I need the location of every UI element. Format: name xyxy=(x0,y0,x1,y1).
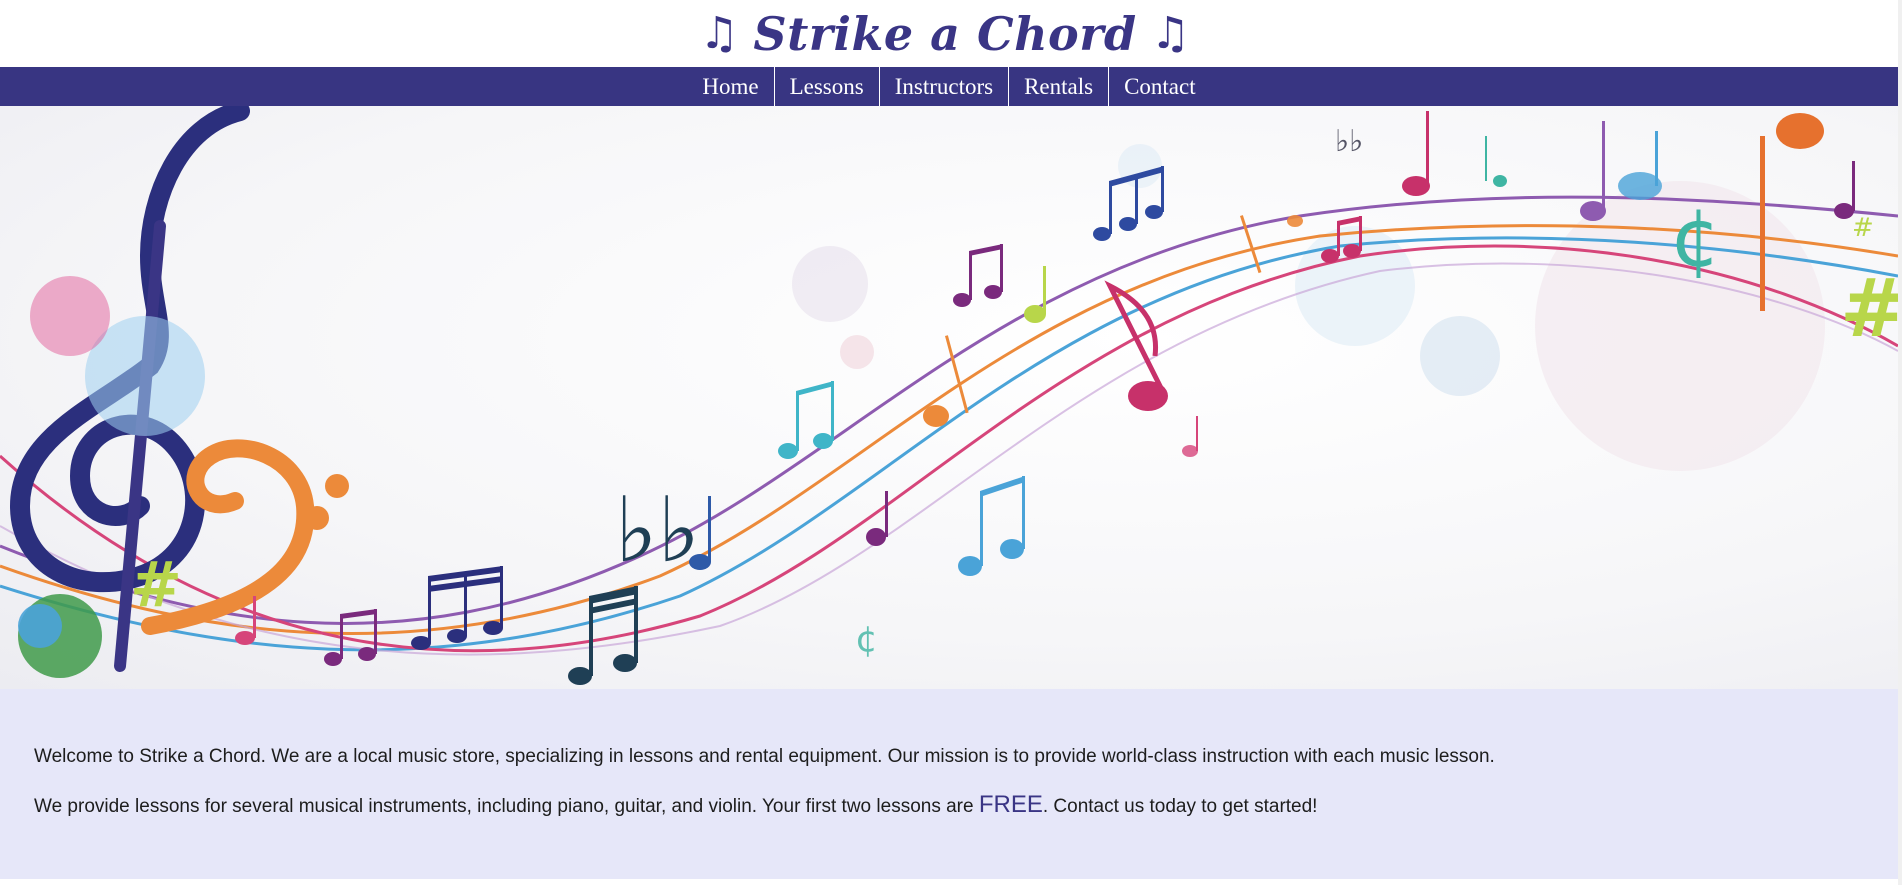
music-note-icon: ♫ xyxy=(699,8,740,59)
lessons-paragraph: We provide lessons for several musical i… xyxy=(34,792,1864,820)
main-nav: Home Lessons Instructors Rentals Contact xyxy=(0,67,1898,106)
lessons-cta-text: . Contact us today to get started! xyxy=(1042,796,1318,817)
svg-text:#: # xyxy=(1840,262,1898,355)
svg-text:♭♭: ♭♭ xyxy=(1335,124,1363,159)
nav-home-link[interactable]: Home xyxy=(687,67,773,106)
nav-lessons-link[interactable]: Lessons xyxy=(773,67,879,106)
free-highlight: FREE xyxy=(978,791,1043,818)
svg-text:♭♭: ♭♭ xyxy=(615,478,700,583)
svg-text:¢: ¢ xyxy=(1670,192,1721,285)
site-title[interactable]: ♫ Strike a Chord ♫ xyxy=(699,7,1190,61)
music-notes-illustration: # # # xyxy=(0,106,1898,685)
site-title-text: Strike a Chord xyxy=(753,6,1137,61)
welcome-section: Welcome to Strike a Chord. We are a loca… xyxy=(0,689,1898,879)
music-note-icon: ♫ xyxy=(1150,8,1191,59)
page-scrollbar[interactable] xyxy=(1898,0,1902,885)
site-header: ♫ Strike a Chord ♫ xyxy=(0,0,1902,67)
lessons-text: We provide lessons for several musical i… xyxy=(34,796,979,817)
hero-banner-image: # # # xyxy=(0,106,1898,689)
intro-paragraph: Welcome to Strike a Chord. We are a loca… xyxy=(34,746,1495,767)
nav-instructors-link[interactable]: Instructors xyxy=(878,67,1008,106)
svg-text:#: # xyxy=(1852,213,1874,243)
nav-rentals-link[interactable]: Rentals xyxy=(1008,67,1108,106)
nav-contact-link[interactable]: Contact xyxy=(1108,67,1211,106)
page: ♫ Strike a Chord ♫ Home Lessons Instruct… xyxy=(0,0,1902,885)
svg-text:#: # xyxy=(130,548,182,621)
svg-text:¢: ¢ xyxy=(855,619,878,660)
